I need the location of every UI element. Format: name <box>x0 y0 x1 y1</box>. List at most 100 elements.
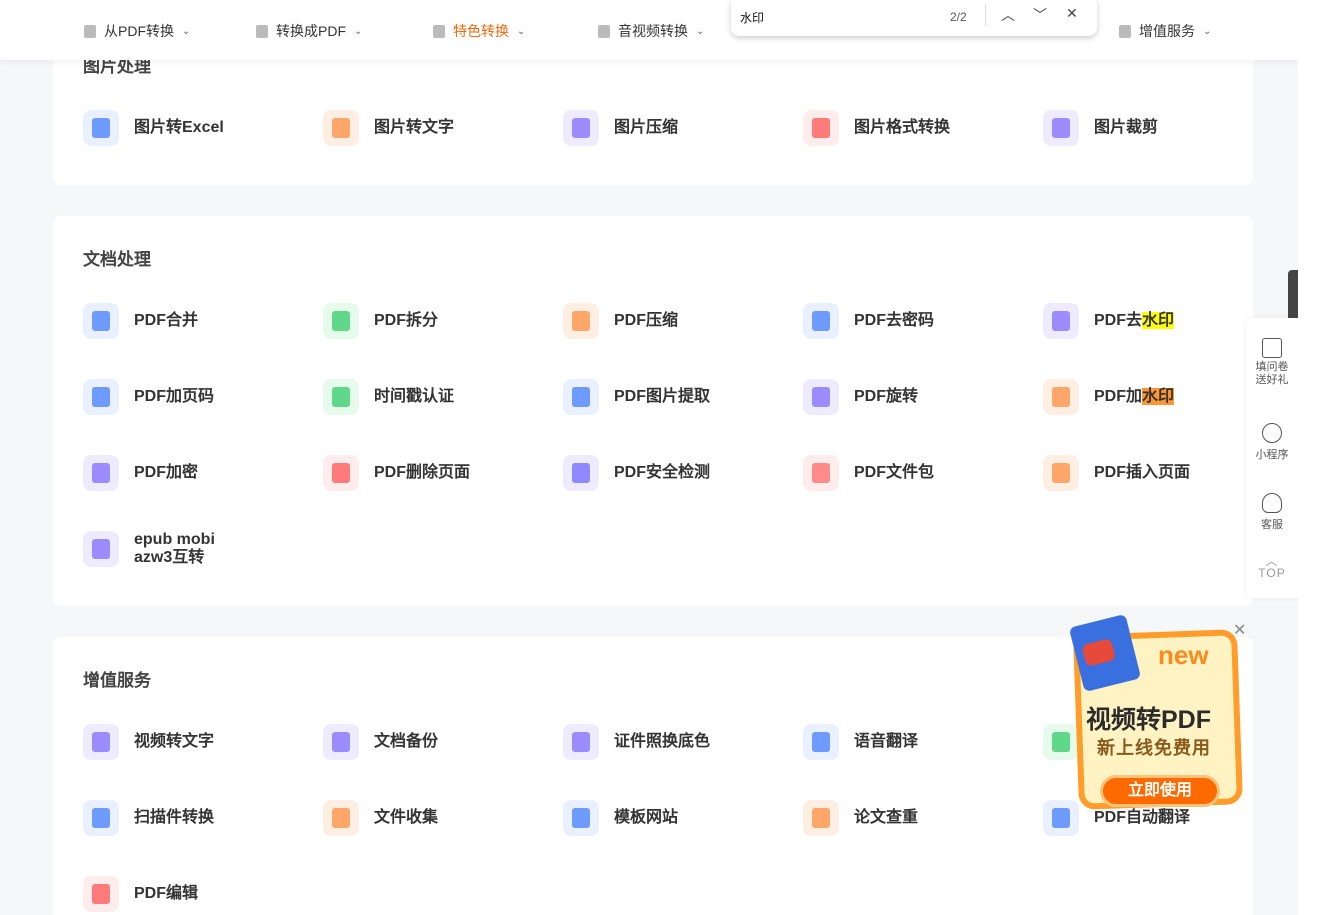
service-label: 客服 <box>1261 519 1283 531</box>
find-input[interactable]: 水印 <box>740 9 764 26</box>
tool-item[interactable]: PDF文件包 <box>803 455 934 491</box>
pdf-remove-watermark-icon <box>1043 303 1079 339</box>
tool-label: PDF加水印 <box>1094 388 1175 405</box>
tool-item[interactable]: 文件收集 <box>323 800 438 836</box>
nav-item[interactable]: 音视频转换 ⌄ <box>598 21 704 41</box>
pdf-package-icon <box>803 455 839 491</box>
tool-item[interactable]: 扫描件转换 <box>83 800 214 836</box>
ebook-convert-icon <box>83 531 119 567</box>
tool-item[interactable]: PDF插入页面 <box>1043 455 1190 491</box>
tool-label: 语音翻译 <box>854 733 919 750</box>
tool-item[interactable]: 时间戳认证 <box>323 379 454 415</box>
video-text-icon <box>83 724 119 760</box>
tool-label: 证件照换底色 <box>614 733 711 750</box>
chevron-down-icon: ⌄ <box>696 25 705 37</box>
tool-label: PDF删除页面 <box>374 464 471 481</box>
pdf-compress-icon <box>563 303 599 339</box>
image-compress-icon <box>563 110 599 146</box>
pdf-delete-page-icon <box>323 455 359 491</box>
tool-item[interactable]: PDF图片提取 <box>563 379 710 415</box>
survey-icon <box>1262 338 1282 358</box>
tool-label: 图片裁剪 <box>1094 119 1159 136</box>
tool-label: PDF编辑 <box>134 885 199 902</box>
promo-use-button[interactable]: 立即使用 <box>1100 775 1220 807</box>
tool-item[interactable]: 文档备份 <box>323 724 438 760</box>
voice-translate-icon <box>803 724 839 760</box>
section-title: 增值服务 <box>83 671 151 690</box>
tool-item[interactable]: PDF编辑 <box>83 876 198 912</box>
tool-item[interactable]: PDF加水印 <box>1043 379 1175 415</box>
tool-label: 图片压缩 <box>614 119 679 136</box>
tool-label: PDF安全检测 <box>614 464 711 481</box>
find-next-icon[interactable]: ﹀ <box>1033 5 1047 25</box>
find-count: 2/2 <box>950 10 967 24</box>
find-close-icon[interactable]: ✕ <box>1066 5 1078 22</box>
cloud-template-icon <box>563 800 599 836</box>
tool-item[interactable]: 语音翻译 <box>803 724 918 760</box>
nav-item[interactable]: 从PDF转换 ⌄ <box>84 21 190 41</box>
image-format-icon <box>803 110 839 146</box>
survey-button[interactable]: 填问卷 送好礼 <box>1246 338 1298 387</box>
pdf-page-number-icon <box>83 379 119 415</box>
tool-item[interactable]: PDF合并 <box>83 303 198 339</box>
tool-item[interactable]: epub mobi azw3互转 <box>83 531 215 567</box>
tool-item[interactable]: PDF加密 <box>83 455 198 491</box>
promo-close-icon[interactable]: ✕ <box>1233 620 1246 640</box>
tool-item[interactable]: 证件照换底色 <box>563 724 710 760</box>
tool-item[interactable]: PDF去水印 <box>1043 303 1175 339</box>
promo-banner[interactable]: new 视频转PDF 新上线免费用 立即使用 <box>1068 613 1244 810</box>
pdf-add-watermark-icon <box>1043 379 1079 415</box>
tool-label: PDF旋转 <box>854 388 919 405</box>
tool-label: PDF去水印 <box>1094 312 1175 329</box>
tool-item[interactable]: PDF删除页面 <box>323 455 470 491</box>
pdf-split-icon <box>323 303 359 339</box>
nav-icon <box>1119 24 1131 38</box>
pdf-image-extract-icon <box>563 379 599 415</box>
tool-item[interactable]: 论文查重 <box>803 800 918 836</box>
back-to-top-button[interactable]: ︿ TOP <box>1246 554 1298 580</box>
page: 从PDF转换 ⌄ 转换成PDF ⌄ 特色转换 ⌄ 音视频转换 ⌄ 增值服务 ⌄ 图片处理 图片转E… <box>0 0 1298 915</box>
tool-label: PDF自动翻译 <box>1094 809 1191 826</box>
tool-label: 图片转Excel <box>134 119 224 136</box>
tool-item[interactable]: PDF加页码 <box>83 379 214 415</box>
image-excel-icon <box>83 110 119 146</box>
nav-item[interactable]: 特色转换 ⌄ <box>433 21 525 41</box>
tool-label: PDF加密 <box>134 464 199 481</box>
tool-item[interactable]: PDF旋转 <box>803 379 918 415</box>
tool-item[interactable]: PDF拆分 <box>323 303 438 339</box>
chevron-down-icon: ⌄ <box>1203 25 1212 37</box>
section-title: 文档处理 <box>83 250 151 269</box>
service-button[interactable]: 客服 <box>1246 493 1298 532</box>
tool-label: PDF文件包 <box>854 464 935 481</box>
find-prev-icon[interactable]: ︿ <box>1001 5 1015 25</box>
tool-item[interactable]: PDF去密码 <box>803 303 934 339</box>
tool-item[interactable]: 视频转文字 <box>83 724 214 760</box>
tool-label: PDF插入页面 <box>1094 464 1191 481</box>
miniprogram-button[interactable]: 小程序 <box>1246 423 1298 462</box>
right-float-bar: 填问卷 送好礼 小程序 客服 ︿ TOP <box>1246 318 1298 598</box>
tool-item[interactable]: PDF安全检测 <box>563 455 710 491</box>
top-nav: 从PDF转换 ⌄ 转换成PDF ⌄ 特色转换 ⌄ 音视频转换 ⌄ 增值服务 ⌄ <box>0 0 1298 60</box>
tool-item[interactable]: 图片压缩 <box>563 110 678 146</box>
pdf-merge-icon <box>83 303 119 339</box>
pdf-unlock-icon <box>803 303 839 339</box>
tool-item[interactable]: 图片转Excel <box>83 110 224 146</box>
nav-item[interactable]: 增值服务 ⌄ <box>1119 21 1211 41</box>
tool-label: 模板网站 <box>614 809 679 826</box>
pdf-security-icon <box>563 455 599 491</box>
nav-label: 增值服务 <box>1139 23 1195 39</box>
tool-item[interactable]: PDF压缩 <box>563 303 678 339</box>
nav-item[interactable]: 转换成PDF ⌄ <box>256 21 362 41</box>
tool-item[interactable]: 模板网站 <box>563 800 678 836</box>
tool-label: PDF压缩 <box>614 312 679 329</box>
tool-label: 论文查重 <box>854 809 919 826</box>
nav-label: 从PDF转换 <box>104 23 174 39</box>
tool-item[interactable]: 图片格式转换 <box>803 110 950 146</box>
chevron-up-icon: ︿ <box>1265 554 1279 568</box>
tool-label: 时间戳认证 <box>374 388 455 405</box>
tool-label: PDF合并 <box>134 312 199 329</box>
pdf-rotate-icon <box>803 379 839 415</box>
tool-item[interactable]: 图片转文字 <box>323 110 454 146</box>
tool-item[interactable]: 图片裁剪 <box>1043 110 1158 146</box>
chevron-down-icon: ⌄ <box>517 25 526 37</box>
